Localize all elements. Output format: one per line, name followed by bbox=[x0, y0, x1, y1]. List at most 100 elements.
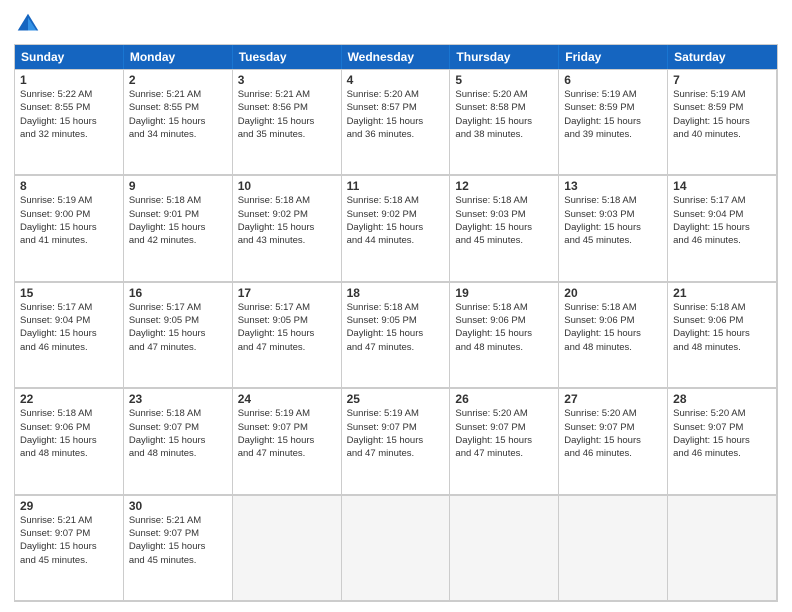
day-info: Sunrise: 5:17 AM Sunset: 9:05 PM Dayligh… bbox=[238, 301, 336, 354]
weekday-header: Monday bbox=[124, 45, 233, 69]
day-info: Sunrise: 5:18 AM Sunset: 9:06 PM Dayligh… bbox=[455, 301, 553, 354]
calendar-row: 1Sunrise: 5:22 AM Sunset: 8:55 PM Daylig… bbox=[15, 69, 777, 175]
day-number: 4 bbox=[347, 73, 445, 87]
calendar-row: 22Sunrise: 5:18 AM Sunset: 9:06 PM Dayli… bbox=[15, 388, 777, 494]
calendar-cell bbox=[450, 495, 559, 600]
calendar-cell: 30Sunrise: 5:21 AM Sunset: 9:07 PM Dayli… bbox=[124, 495, 233, 600]
calendar-cell: 25Sunrise: 5:19 AM Sunset: 9:07 PM Dayli… bbox=[342, 388, 451, 493]
day-info: Sunrise: 5:19 AM Sunset: 9:07 PM Dayligh… bbox=[347, 407, 445, 460]
calendar-cell bbox=[559, 495, 668, 600]
calendar-cell: 27Sunrise: 5:20 AM Sunset: 9:07 PM Dayli… bbox=[559, 388, 668, 493]
day-number: 24 bbox=[238, 392, 336, 406]
day-info: Sunrise: 5:18 AM Sunset: 9:01 PM Dayligh… bbox=[129, 194, 227, 247]
day-info: Sunrise: 5:18 AM Sunset: 9:06 PM Dayligh… bbox=[673, 301, 771, 354]
header bbox=[14, 10, 778, 38]
calendar-row: 15Sunrise: 5:17 AM Sunset: 9:04 PM Dayli… bbox=[15, 282, 777, 388]
day-info: Sunrise: 5:19 AM Sunset: 9:00 PM Dayligh… bbox=[20, 194, 118, 247]
day-number: 7 bbox=[673, 73, 771, 87]
calendar-row: 8Sunrise: 5:19 AM Sunset: 9:00 PM Daylig… bbox=[15, 175, 777, 281]
calendar-cell: 10Sunrise: 5:18 AM Sunset: 9:02 PM Dayli… bbox=[233, 175, 342, 280]
day-info: Sunrise: 5:17 AM Sunset: 9:04 PM Dayligh… bbox=[673, 194, 771, 247]
calendar-cell: 17Sunrise: 5:17 AM Sunset: 9:05 PM Dayli… bbox=[233, 282, 342, 387]
day-number: 12 bbox=[455, 179, 553, 193]
weekday-header: Tuesday bbox=[233, 45, 342, 69]
day-info: Sunrise: 5:18 AM Sunset: 9:06 PM Dayligh… bbox=[20, 407, 118, 460]
day-info: Sunrise: 5:20 AM Sunset: 8:57 PM Dayligh… bbox=[347, 88, 445, 141]
day-number: 14 bbox=[673, 179, 771, 193]
day-info: Sunrise: 5:20 AM Sunset: 9:07 PM Dayligh… bbox=[564, 407, 662, 460]
calendar-cell: 11Sunrise: 5:18 AM Sunset: 9:02 PM Dayli… bbox=[342, 175, 451, 280]
day-number: 19 bbox=[455, 286, 553, 300]
day-info: Sunrise: 5:21 AM Sunset: 9:07 PM Dayligh… bbox=[129, 514, 227, 567]
day-number: 13 bbox=[564, 179, 662, 193]
day-number: 1 bbox=[20, 73, 118, 87]
calendar-cell: 3Sunrise: 5:21 AM Sunset: 8:56 PM Daylig… bbox=[233, 69, 342, 174]
calendar-cell: 14Sunrise: 5:17 AM Sunset: 9:04 PM Dayli… bbox=[668, 175, 777, 280]
calendar-cell: 29Sunrise: 5:21 AM Sunset: 9:07 PM Dayli… bbox=[15, 495, 124, 600]
weekday-header: Sunday bbox=[15, 45, 124, 69]
page: SundayMondayTuesdayWednesdayThursdayFrid… bbox=[0, 0, 792, 612]
weekday-header: Wednesday bbox=[342, 45, 451, 69]
calendar-cell: 2Sunrise: 5:21 AM Sunset: 8:55 PM Daylig… bbox=[124, 69, 233, 174]
calendar-cell: 6Sunrise: 5:19 AM Sunset: 8:59 PM Daylig… bbox=[559, 69, 668, 174]
calendar-cell: 7Sunrise: 5:19 AM Sunset: 8:59 PM Daylig… bbox=[668, 69, 777, 174]
day-number: 10 bbox=[238, 179, 336, 193]
logo-icon bbox=[14, 10, 42, 38]
weekday-header: Friday bbox=[559, 45, 668, 69]
calendar-cell: 19Sunrise: 5:18 AM Sunset: 9:06 PM Dayli… bbox=[450, 282, 559, 387]
weekday-header: Thursday bbox=[450, 45, 559, 69]
day-number: 2 bbox=[129, 73, 227, 87]
day-number: 8 bbox=[20, 179, 118, 193]
day-number: 28 bbox=[673, 392, 771, 406]
day-number: 20 bbox=[564, 286, 662, 300]
day-number: 17 bbox=[238, 286, 336, 300]
day-info: Sunrise: 5:18 AM Sunset: 9:02 PM Dayligh… bbox=[238, 194, 336, 247]
logo bbox=[14, 10, 46, 38]
calendar-cell: 28Sunrise: 5:20 AM Sunset: 9:07 PM Dayli… bbox=[668, 388, 777, 493]
day-number: 22 bbox=[20, 392, 118, 406]
day-info: Sunrise: 5:19 AM Sunset: 9:07 PM Dayligh… bbox=[238, 407, 336, 460]
calendar-cell: 20Sunrise: 5:18 AM Sunset: 9:06 PM Dayli… bbox=[559, 282, 668, 387]
calendar-body: 1Sunrise: 5:22 AM Sunset: 8:55 PM Daylig… bbox=[15, 69, 777, 601]
day-info: Sunrise: 5:21 AM Sunset: 8:55 PM Dayligh… bbox=[129, 88, 227, 141]
day-number: 9 bbox=[129, 179, 227, 193]
day-info: Sunrise: 5:22 AM Sunset: 8:55 PM Dayligh… bbox=[20, 88, 118, 141]
calendar-cell: 23Sunrise: 5:18 AM Sunset: 9:07 PM Dayli… bbox=[124, 388, 233, 493]
weekday-header: Saturday bbox=[668, 45, 777, 69]
day-number: 6 bbox=[564, 73, 662, 87]
day-info: Sunrise: 5:18 AM Sunset: 9:06 PM Dayligh… bbox=[564, 301, 662, 354]
day-info: Sunrise: 5:18 AM Sunset: 9:05 PM Dayligh… bbox=[347, 301, 445, 354]
day-info: Sunrise: 5:21 AM Sunset: 8:56 PM Dayligh… bbox=[238, 88, 336, 141]
calendar-cell: 24Sunrise: 5:19 AM Sunset: 9:07 PM Dayli… bbox=[233, 388, 342, 493]
calendar-cell: 4Sunrise: 5:20 AM Sunset: 8:57 PM Daylig… bbox=[342, 69, 451, 174]
day-number: 21 bbox=[673, 286, 771, 300]
calendar-cell: 8Sunrise: 5:19 AM Sunset: 9:00 PM Daylig… bbox=[15, 175, 124, 280]
calendar-cell: 13Sunrise: 5:18 AM Sunset: 9:03 PM Dayli… bbox=[559, 175, 668, 280]
calendar-cell: 1Sunrise: 5:22 AM Sunset: 8:55 PM Daylig… bbox=[15, 69, 124, 174]
day-info: Sunrise: 5:19 AM Sunset: 8:59 PM Dayligh… bbox=[673, 88, 771, 141]
day-info: Sunrise: 5:18 AM Sunset: 9:02 PM Dayligh… bbox=[347, 194, 445, 247]
calendar-cell: 18Sunrise: 5:18 AM Sunset: 9:05 PM Dayli… bbox=[342, 282, 451, 387]
day-info: Sunrise: 5:20 AM Sunset: 9:07 PM Dayligh… bbox=[673, 407, 771, 460]
calendar-cell: 22Sunrise: 5:18 AM Sunset: 9:06 PM Dayli… bbox=[15, 388, 124, 493]
day-info: Sunrise: 5:18 AM Sunset: 9:03 PM Dayligh… bbox=[564, 194, 662, 247]
day-info: Sunrise: 5:19 AM Sunset: 8:59 PM Dayligh… bbox=[564, 88, 662, 141]
calendar-header: SundayMondayTuesdayWednesdayThursdayFrid… bbox=[15, 45, 777, 69]
day-number: 18 bbox=[347, 286, 445, 300]
day-number: 5 bbox=[455, 73, 553, 87]
day-info: Sunrise: 5:18 AM Sunset: 9:07 PM Dayligh… bbox=[129, 407, 227, 460]
calendar-cell: 12Sunrise: 5:18 AM Sunset: 9:03 PM Dayli… bbox=[450, 175, 559, 280]
day-number: 30 bbox=[129, 499, 227, 513]
day-number: 25 bbox=[347, 392, 445, 406]
day-number: 15 bbox=[20, 286, 118, 300]
calendar-cell: 16Sunrise: 5:17 AM Sunset: 9:05 PM Dayli… bbox=[124, 282, 233, 387]
day-info: Sunrise: 5:21 AM Sunset: 9:07 PM Dayligh… bbox=[20, 514, 118, 567]
day-number: 29 bbox=[20, 499, 118, 513]
day-number: 11 bbox=[347, 179, 445, 193]
day-number: 26 bbox=[455, 392, 553, 406]
day-info: Sunrise: 5:17 AM Sunset: 9:05 PM Dayligh… bbox=[129, 301, 227, 354]
calendar-cell bbox=[233, 495, 342, 600]
day-number: 23 bbox=[129, 392, 227, 406]
day-info: Sunrise: 5:18 AM Sunset: 9:03 PM Dayligh… bbox=[455, 194, 553, 247]
day-info: Sunrise: 5:20 AM Sunset: 9:07 PM Dayligh… bbox=[455, 407, 553, 460]
